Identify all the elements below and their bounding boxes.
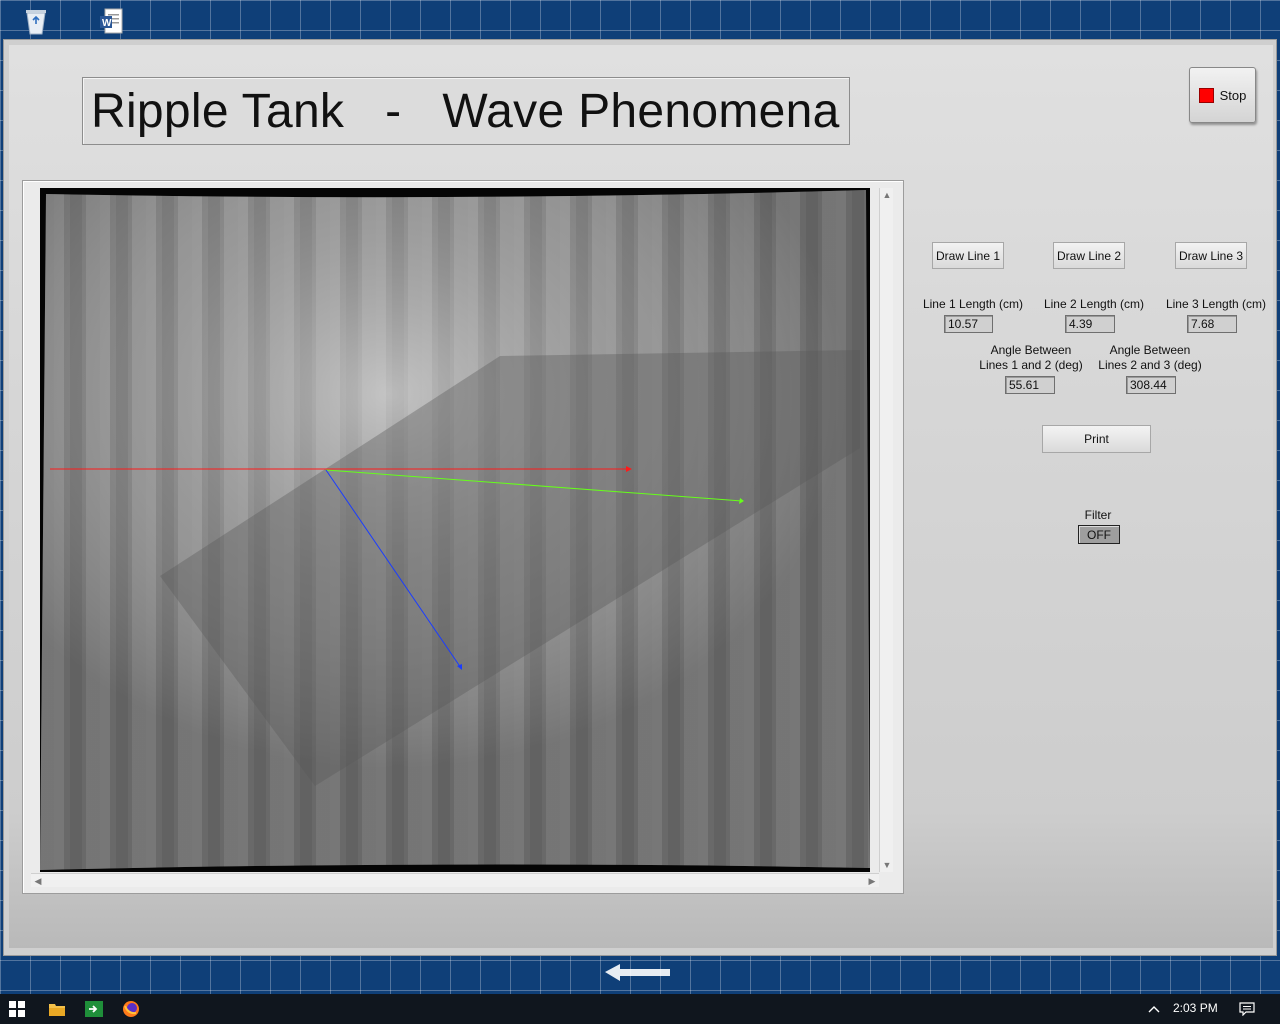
line-1-length-label: Line 1 Length (cm) bbox=[922, 297, 1024, 311]
line-3-length-field: 7.68 bbox=[1187, 315, 1237, 333]
filter-toggle[interactable]: OFF bbox=[1078, 525, 1120, 544]
front-panel: Ripple Tank - Wave Phenomena Stop ▲ ▼ ◀ … bbox=[9, 45, 1273, 948]
taskbar: 2:03 PM bbox=[0, 994, 1280, 1024]
angle-2-3-label-line-1: Angle Between bbox=[1109, 343, 1191, 357]
line-1-length-field: 10.57 bbox=[944, 315, 993, 333]
angle-2-3-label-line-2: Lines 2 and 3 (deg) bbox=[1098, 358, 1202, 372]
draw-line-1-button[interactable]: Draw Line 1 bbox=[932, 242, 1004, 269]
angle-1-2-field: 55.61 bbox=[1005, 376, 1055, 394]
scroll-left-icon[interactable]: ◀ bbox=[31, 874, 45, 888]
angle-1-2-label-line-1: Angle Between bbox=[990, 343, 1072, 357]
background-window-glimpse bbox=[600, 958, 690, 988]
wave-image-svg bbox=[40, 190, 870, 870]
vertical-scrollbar[interactable]: ▲ ▼ bbox=[879, 188, 893, 872]
scroll-up-icon[interactable]: ▲ bbox=[880, 188, 894, 202]
angle-2-3-label: Angle Between Lines 2 and 3 (deg) bbox=[1094, 343, 1206, 373]
firefox-icon[interactable] bbox=[118, 994, 144, 1024]
app-window: Ripple Tank - Wave Phenomena Stop ▲ ▼ ◀ … bbox=[3, 39, 1277, 956]
image-display-frame: ▲ ▼ ◀ ▶ bbox=[22, 180, 904, 894]
filter-label: Filter bbox=[1084, 508, 1112, 522]
page-title: Ripple Tank - Wave Phenomena bbox=[91, 84, 840, 138]
action-center-icon[interactable] bbox=[1236, 994, 1258, 1024]
recycle-bin-icon[interactable] bbox=[21, 6, 51, 36]
file-explorer-icon[interactable] bbox=[44, 994, 70, 1024]
stop-button-label: Stop bbox=[1219, 87, 1247, 103]
angle-1-2-label: Angle Between Lines 1 and 2 (deg) bbox=[975, 343, 1087, 373]
stop-button[interactable]: Stop bbox=[1189, 67, 1256, 123]
clock[interactable]: 2:03 PM bbox=[1173, 1001, 1218, 1015]
angle-1-2-label-line-2: Lines 1 and 2 (deg) bbox=[979, 358, 1083, 372]
ripple-tank-image[interactable] bbox=[40, 188, 870, 872]
windows-start-icon[interactable] bbox=[4, 994, 30, 1024]
labview-icon[interactable] bbox=[81, 994, 107, 1024]
line-3-length-label: Line 3 Length (cm) bbox=[1165, 297, 1267, 311]
word-document-icon[interactable]: W bbox=[96, 6, 126, 36]
stop-square-icon bbox=[1198, 87, 1214, 103]
svg-text:W: W bbox=[102, 18, 112, 29]
draw-line-2-button[interactable]: Draw Line 2 bbox=[1053, 242, 1125, 269]
scroll-right-icon[interactable]: ▶ bbox=[865, 874, 879, 888]
draw-line-3-button[interactable]: Draw Line 3 bbox=[1175, 242, 1247, 269]
title-box: Ripple Tank - Wave Phenomena bbox=[82, 77, 850, 145]
line-2-length-field: 4.39 bbox=[1065, 315, 1115, 333]
angle-2-3-field: 308.44 bbox=[1126, 376, 1176, 394]
print-button[interactable]: Print bbox=[1042, 425, 1151, 453]
horizontal-scrollbar[interactable]: ◀ ▶ bbox=[31, 873, 879, 887]
scroll-down-icon[interactable]: ▼ bbox=[880, 858, 894, 872]
chevron-up-icon[interactable] bbox=[1144, 994, 1164, 1024]
line-2-length-label: Line 2 Length (cm) bbox=[1043, 297, 1145, 311]
